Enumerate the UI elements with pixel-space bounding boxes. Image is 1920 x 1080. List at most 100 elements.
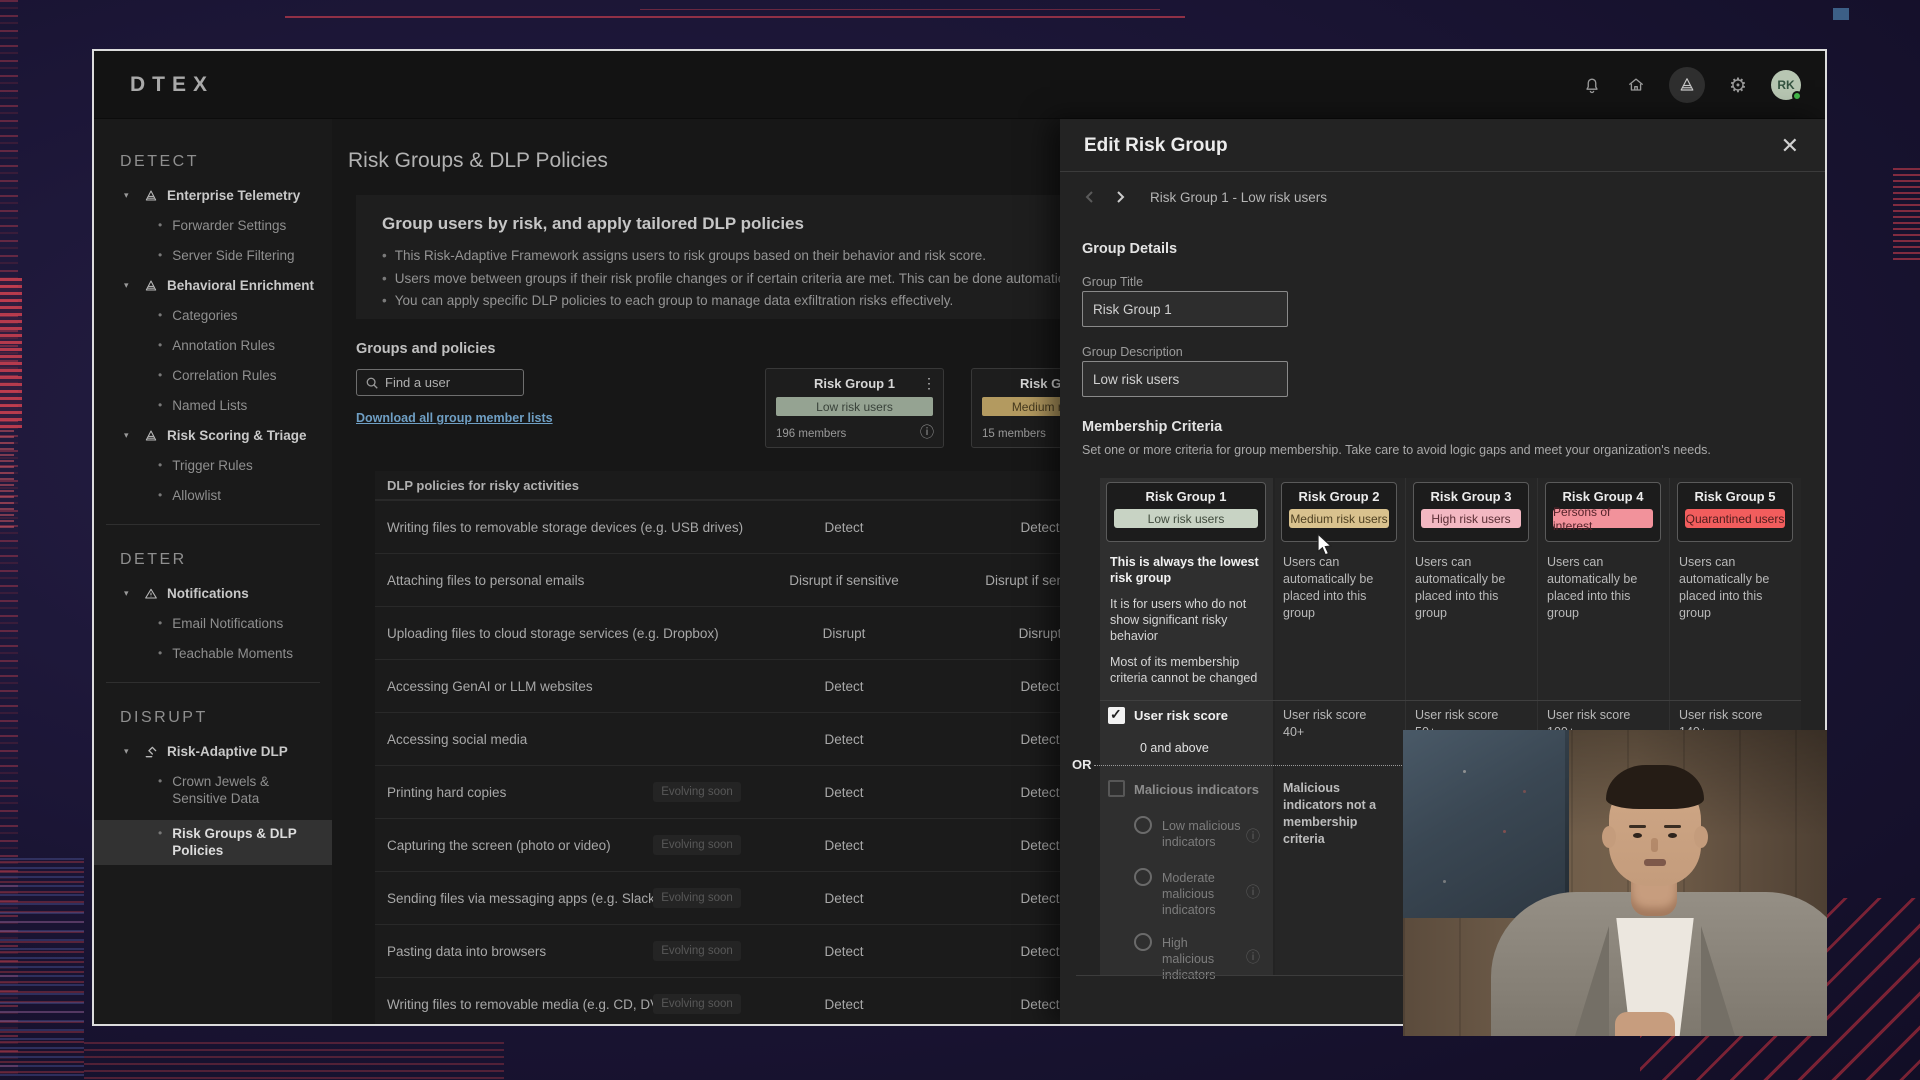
bell-icon[interactable] <box>1581 74 1603 96</box>
sidebar-item-allowlist[interactable]: •Allowlist <box>158 487 332 504</box>
info-icon[interactable]: ⓘ <box>1246 882 1260 902</box>
gear-icon[interactable]: ⚙ <box>1727 74 1749 96</box>
warning-triangle-icon <box>142 585 159 602</box>
table-row[interactable]: Uploading files to cloud storage service… <box>375 606 1075 659</box>
avatar[interactable]: RK <box>1771 70 1801 100</box>
malicious-indicators-checkbox[interactable] <box>1108 780 1125 797</box>
group-title-label: Group Title <box>1082 275 1143 289</box>
chevron-right-icon[interactable] <box>1112 189 1128 205</box>
sidebar-item-teachable-moments[interactable]: •Teachable Moments <box>158 645 332 662</box>
table-row[interactable]: Attaching files to personal emails Disru… <box>375 553 1075 606</box>
policy-group1-value[interactable]: Detect <box>774 978 914 1026</box>
bullet-icon: • <box>158 367 162 384</box>
info-icon[interactable]: ⓘ <box>920 422 934 442</box>
sidebar-item-label: Enterprise Telemetry <box>167 188 300 203</box>
gavel-icon <box>142 743 159 760</box>
policy-group1-value[interactable]: Detect <box>774 872 914 925</box>
sidebar-item-crown-jewels[interactable]: •Crown Jewels & Sensitive Data <box>158 773 332 807</box>
group2-description-cell: Users can automatically be placed into t… <box>1283 554 1389 622</box>
sidebar-item-correlation-rules[interactable]: •Correlation Rules <box>158 367 332 384</box>
risk-group-1-header[interactable]: Risk Group 1 Low risk users <box>1106 482 1266 542</box>
caret-down-icon[interactable]: ▾ <box>124 280 134 291</box>
sidebar-item-risk-scoring-triage[interactable]: ▾ Risk Scoring & Triage <box>124 427 332 444</box>
user-search[interactable] <box>356 369 524 396</box>
glitch-left-column <box>0 0 18 1080</box>
policy-group1-value[interactable]: Detect <box>774 819 914 872</box>
policy-group1-value[interactable]: Detect <box>774 660 914 713</box>
sidebar-item-annotation-rules[interactable]: •Annotation Rules <box>158 337 332 354</box>
activity-label: Attaching files to personal emails <box>387 554 584 607</box>
policy-group1-value[interactable]: Detect <box>774 501 914 554</box>
user-risk-score-value: 0 and above <box>1140 741 1209 755</box>
table-row[interactable]: Accessing social media Detect Detect <box>375 712 1075 765</box>
table-row[interactable]: Printing hard copies Evolving soon Detec… <box>375 765 1075 818</box>
sidebar-item-server-side-filtering[interactable]: •Server Side Filtering <box>158 247 332 264</box>
search-input[interactable] <box>385 375 505 390</box>
chevron-left-icon[interactable] <box>1082 189 1098 205</box>
kebab-menu-icon[interactable]: ⋮ <box>922 375 936 392</box>
low-malicious-radio[interactable] <box>1134 816 1152 834</box>
caret-down-icon[interactable]: ▾ <box>124 190 134 201</box>
sidebar-item-named-lists[interactable]: •Named Lists <box>158 397 332 414</box>
group1-desc-p1: It is for users who do not show signific… <box>1110 596 1262 644</box>
risk-group-4-header[interactable]: Risk Group 4 Persons of interest <box>1545 482 1661 542</box>
sidebar-item-notifications[interactable]: ▾ Notifications <box>124 585 332 602</box>
sidebar-item-label: Teachable Moments <box>172 645 322 662</box>
table-row[interactable]: Capturing the screen (photo or video) Ev… <box>375 818 1075 871</box>
policy-group1-value[interactable]: Disrupt <box>774 607 914 660</box>
moderate-malicious-radio[interactable] <box>1134 868 1152 886</box>
glitch-top-line-2 <box>640 9 1160 10</box>
glitch-left-low <box>0 430 14 530</box>
sidebar-item-risk-adaptive-dlp[interactable]: ▾ Risk-Adaptive DLP <box>124 743 332 760</box>
blazer-lapel-left <box>1575 926 1609 1036</box>
sidebar-item-categories[interactable]: •Categories <box>158 307 332 324</box>
risk-group-5-header[interactable]: Risk Group 5 Quarantined users <box>1677 482 1793 542</box>
group-title: Risk Group 4 <box>1546 489 1660 504</box>
group4-description-cell: Users can automatically be placed into t… <box>1547 554 1653 622</box>
table-row[interactable]: Writing files to removable storage devic… <box>375 500 1075 553</box>
risk-group-card-1[interactable]: Risk Group 1 ⋮ Low risk users 196 member… <box>765 368 944 448</box>
high-malicious-radio[interactable] <box>1134 933 1152 951</box>
activity-label: Accessing GenAI or LLM websites <box>387 660 593 713</box>
dtex-logo: DTEX <box>130 73 214 97</box>
caret-down-icon[interactable]: ▾ <box>124 430 134 441</box>
policy-group1-value[interactable]: Detect <box>774 713 914 766</box>
sidebar: DETECT ▾ Enterprise Telemetry •Forwarder… <box>94 119 332 1024</box>
policy-group1-value[interactable]: Disrupt if sensitive <box>774 554 914 607</box>
user-risk-score-checkbox[interactable] <box>1108 707 1125 724</box>
pyramid-icon <box>142 277 159 294</box>
presenter-video-overlay[interactable] <box>1403 730 1827 1036</box>
group-badge: Low risk users <box>1114 509 1258 528</box>
caret-down-icon[interactable]: ▾ <box>124 746 134 757</box>
sidebar-section-deter: DETER <box>120 551 332 569</box>
sidebar-item-email-notifications[interactable]: •Email Notifications <box>158 615 332 632</box>
sidebar-item-trigger-rules[interactable]: •Trigger Rules <box>158 457 332 474</box>
policy-group1-value[interactable]: Detect <box>774 925 914 978</box>
group-title-field[interactable] <box>1082 291 1288 327</box>
table-row[interactable]: Sending files via messaging apps (e.g. S… <box>375 871 1075 924</box>
glitch-left-red <box>0 278 22 428</box>
info-icon[interactable]: ⓘ <box>1246 826 1260 846</box>
caret-down-icon[interactable]: ▾ <box>124 588 134 599</box>
sidebar-item-forwarder-settings[interactable]: •Forwarder Settings <box>158 217 332 234</box>
glitch-bottom-left <box>0 858 84 1080</box>
home-icon[interactable] <box>1625 74 1647 96</box>
table-row[interactable]: Accessing GenAI or LLM websites Detect D… <box>375 659 1075 712</box>
risk-group-2-header[interactable]: Risk Group 2 Medium risk users <box>1281 482 1397 542</box>
group3-description-cell: Users can automatically be placed into t… <box>1415 554 1521 622</box>
group-description-field[interactable] <box>1082 361 1288 397</box>
sidebar-item-enterprise-telemetry[interactable]: ▾ Enterprise Telemetry <box>124 187 332 204</box>
risk-pyramid-icon-active[interactable] <box>1669 67 1705 103</box>
risk-group-3-header[interactable]: Risk Group 3 High risk users <box>1413 482 1529 542</box>
sidebar-item-risk-groups-dlp-policies[interactable]: •Risk Groups & DLP Policies <box>94 820 332 865</box>
close-icon[interactable]: ✕ <box>1781 133 1799 159</box>
mouse-cursor <box>1317 533 1339 557</box>
sidebar-item-behavioral-enrichment[interactable]: ▾ Behavioral Enrichment <box>124 277 332 294</box>
download-group-lists-link[interactable]: Download all group member lists <box>356 411 553 425</box>
table-row[interactable]: Pasting data into browsers Evolving soon… <box>375 924 1075 977</box>
sidebar-item-label: Email Notifications <box>172 615 322 632</box>
presenter-brow <box>1664 825 1681 828</box>
policy-group1-value[interactable]: Detect <box>774 766 914 819</box>
info-icon[interactable]: ⓘ <box>1246 947 1260 967</box>
table-row[interactable]: Writing files to removable media (e.g. C… <box>375 977 1075 1026</box>
